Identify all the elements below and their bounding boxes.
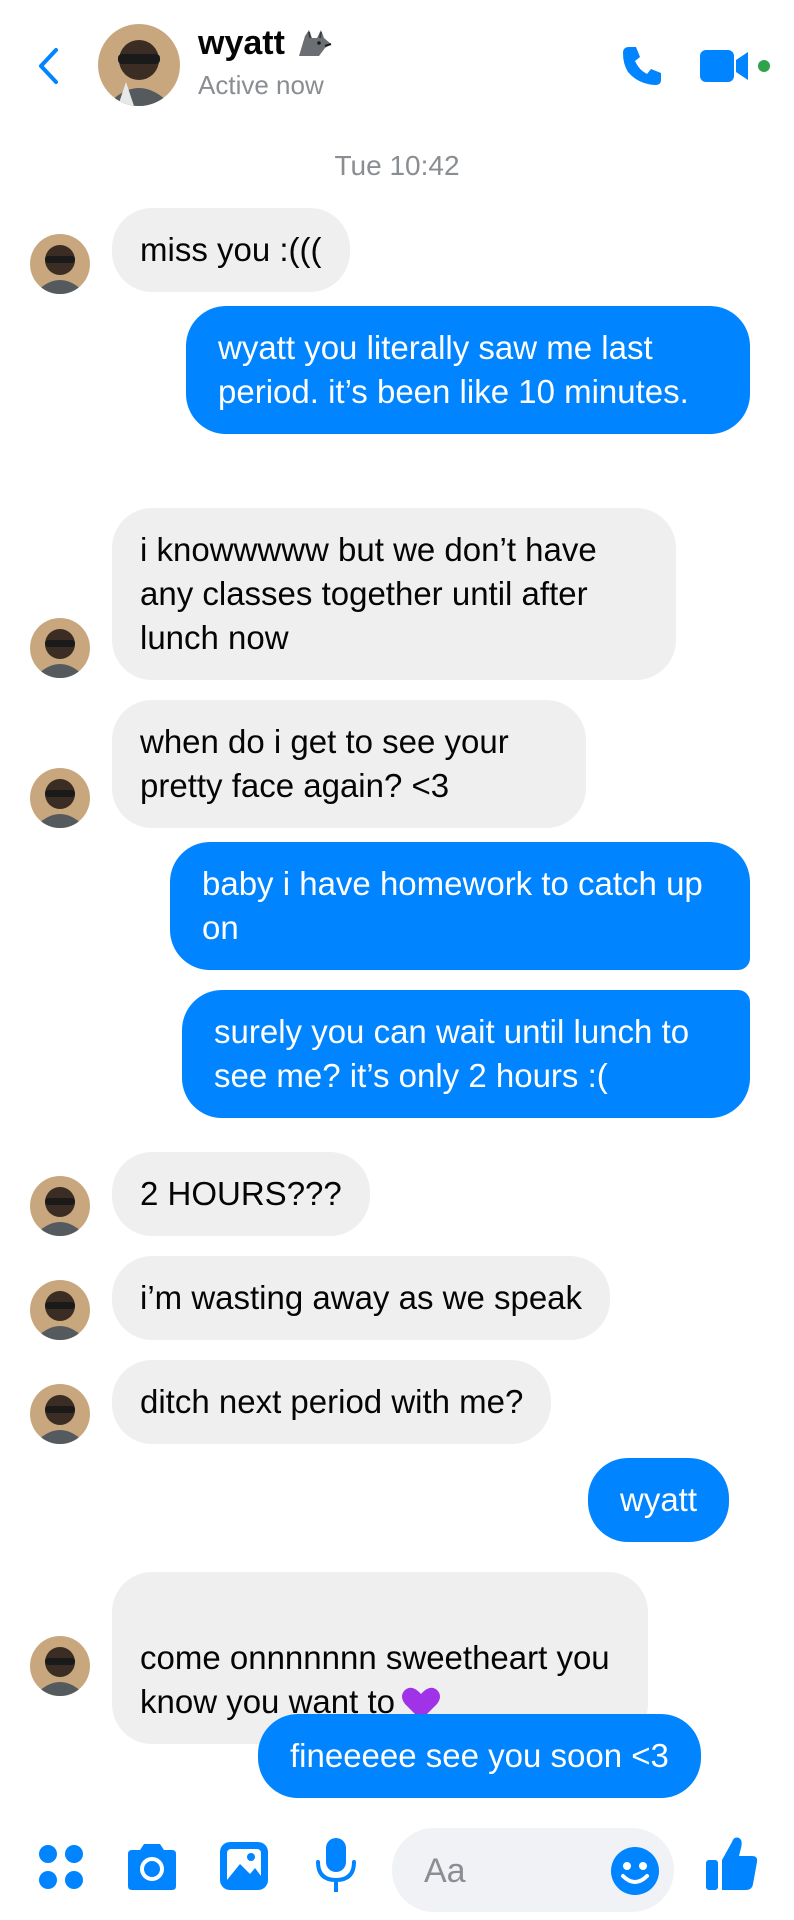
incoming-message[interactable]: i knowwwww but we don’t have any classes… — [112, 508, 676, 680]
audio-call-button[interactable] — [618, 42, 666, 90]
sender-avatar[interactable] — [30, 1636, 90, 1696]
active-status: Active now — [198, 70, 324, 100]
chat-header: wyatt Active now — [0, 0, 794, 140]
sender-avatar[interactable] — [30, 768, 90, 828]
outgoing-message[interactable]: baby i have homework to catch up on — [170, 842, 750, 970]
outgoing-message[interactable]: surely you can wait until lunch to see m… — [182, 990, 750, 1118]
incoming-message[interactable]: i’m wasting away as we speak — [112, 1256, 611, 1340]
camera-button[interactable] — [124, 1842, 180, 1897]
incoming-message[interactable]: miss you :((( — [112, 208, 350, 292]
sender-avatar[interactable] — [30, 1280, 90, 1340]
voice-message-button[interactable] — [314, 1836, 358, 1901]
sender-avatar[interactable] — [30, 1384, 90, 1444]
sender-avatar[interactable] — [30, 618, 90, 678]
outgoing-message[interactable]: fineeeee see you soon <3 — [258, 1714, 701, 1798]
back-button[interactable] — [28, 38, 68, 94]
incoming-message[interactable]: when do i get to see your pretty face ag… — [112, 700, 586, 828]
like-button[interactable] — [704, 1834, 760, 1897]
message-text: come onnnnnnn sweetheart you know you wa… — [140, 1639, 610, 1720]
message-input-box[interactable] — [392, 1828, 674, 1912]
contact-name-text: wyatt — [198, 24, 285, 62]
thumbs-up-icon — [706, 1837, 758, 1890]
incoming-message[interactable]: ditch next period with me? — [112, 1360, 552, 1444]
phone-icon — [623, 47, 661, 85]
sender-avatar[interactable] — [30, 1176, 90, 1236]
message-input[interactable] — [422, 1842, 576, 1900]
wolf-icon — [298, 29, 332, 56]
apps-icon — [39, 1845, 83, 1889]
composer-toolbar — [0, 1820, 794, 1920]
contact-avatar[interactable] — [98, 24, 180, 106]
video-camera-icon — [700, 50, 770, 82]
gallery-button[interactable] — [218, 1840, 270, 1897]
online-dot — [758, 60, 770, 72]
contact-name[interactable]: wyatt — [198, 24, 333, 63]
emoji-button[interactable] — [610, 1846, 660, 1896]
outgoing-message[interactable]: wyatt — [588, 1458, 730, 1542]
incoming-message[interactable]: 2 HOURS??? — [112, 1152, 370, 1236]
gallery-icon — [220, 1842, 268, 1890]
camera-icon — [128, 1844, 176, 1890]
microphone-icon — [316, 1838, 356, 1892]
sender-avatar[interactable] — [30, 234, 90, 294]
chevron-left-icon — [39, 48, 58, 84]
video-call-button[interactable] — [700, 48, 772, 84]
conversation-timestamp: Tue 10:42 — [334, 150, 460, 181]
outgoing-message[interactable]: wyatt you literally saw me last period. … — [186, 306, 750, 434]
emoji-icon — [611, 1847, 659, 1895]
apps-button[interactable] — [38, 1844, 86, 1897]
